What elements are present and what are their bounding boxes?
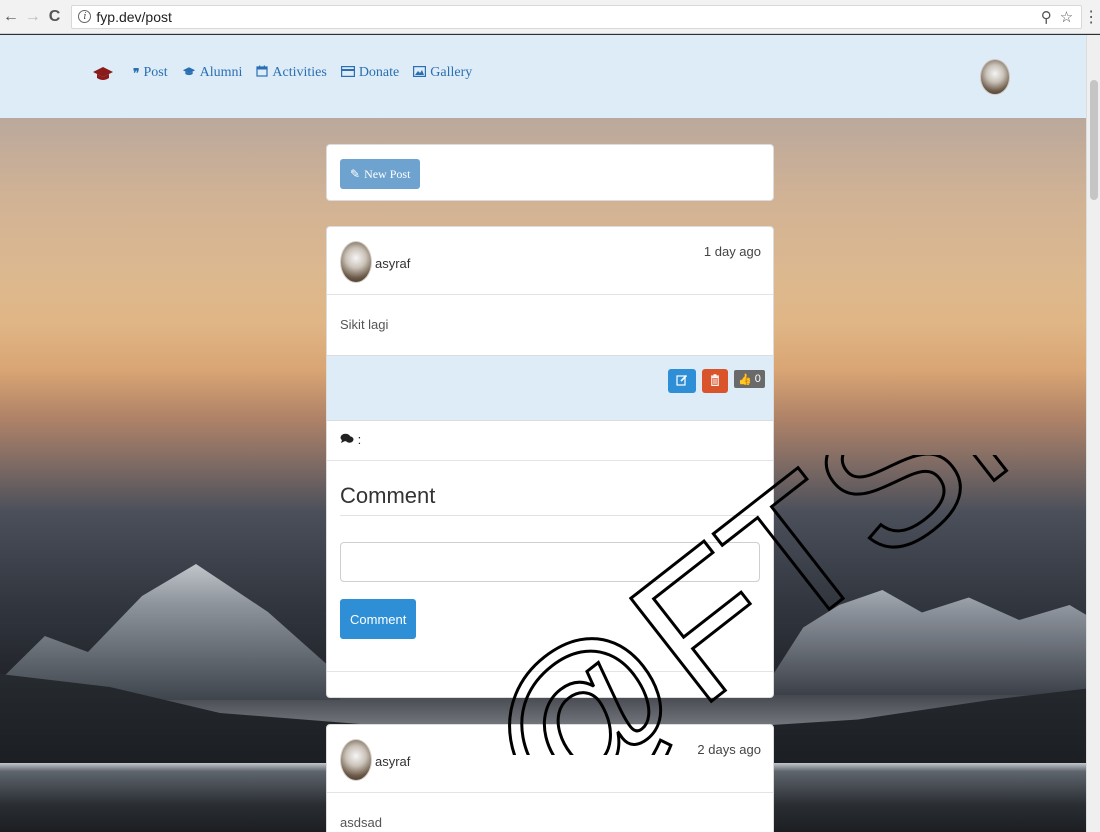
- user-avatar[interactable]: [980, 59, 1010, 95]
- nav-item-post[interactable]: ❞ Post: [133, 65, 168, 81]
- background-mountain-right: [760, 590, 1100, 695]
- nav-item-gallery[interactable]: Gallery: [413, 65, 472, 81]
- background-mountain-left: [0, 564, 340, 700]
- reload-icon[interactable]: C: [44, 6, 66, 28]
- post-card: asyraf 2 days ago asdsad: [326, 724, 774, 832]
- new-post-label: New Post: [364, 166, 411, 181]
- scrollbar-thumb[interactable]: [1090, 80, 1098, 200]
- site-info-icon[interactable]: i: [78, 10, 92, 23]
- nav-item-label: Post: [143, 65, 168, 80]
- like-button[interactable]: 👍 0: [734, 370, 765, 388]
- divider: [340, 515, 760, 516]
- new-post-button[interactable]: ✎ New Post: [340, 159, 421, 189]
- edit-button[interactable]: [668, 369, 696, 393]
- forward-icon[interactable]: →: [22, 6, 44, 28]
- browser-toolbar: ← → C i fyp.dev/post ⚲ ☆ ⋮: [0, 0, 1100, 34]
- graduation-cap-icon: [182, 66, 196, 81]
- comments-row: :: [327, 421, 773, 461]
- comments-label: :: [357, 432, 362, 447]
- edit-icon: [676, 374, 688, 389]
- avatar[interactable]: [340, 241, 372, 283]
- post-body: Sikit lagi: [327, 295, 773, 355]
- post-username[interactable]: asyraf: [375, 256, 410, 271]
- pencil-icon: ✎: [350, 166, 361, 181]
- picture-icon: [413, 65, 427, 81]
- graduation-cap-icon[interactable]: [92, 65, 114, 87]
- nav-item-donate[interactable]: Donate: [340, 65, 400, 81]
- post-header: asyraf 1 day ago: [327, 227, 773, 295]
- top-navbar: ❞ Post Alumni Activities Donate Gallery: [0, 35, 1100, 118]
- nav-menu: ❞ Post Alumni Activities Donate Gallery: [133, 65, 472, 81]
- quote-icon: ❞: [133, 65, 140, 80]
- url-text: fyp.dev/post: [96, 8, 172, 25]
- nav-item-label: Gallery: [430, 65, 473, 80]
- nav-item-alumni[interactable]: Alumni: [182, 65, 243, 81]
- nav-item-label: Donate: [358, 65, 400, 80]
- delete-button[interactable]: [702, 369, 728, 393]
- like-count: 0: [754, 373, 761, 385]
- page-scrollbar[interactable]: [1086, 35, 1100, 832]
- comment-heading: Comment: [340, 483, 436, 508]
- bookmark-star-icon[interactable]: ☆: [1060, 8, 1073, 26]
- card-footer-divider: [327, 671, 773, 672]
- trash-icon: [710, 373, 720, 389]
- credit-card-icon: [340, 65, 355, 81]
- avatar[interactable]: [340, 739, 372, 781]
- post-time: 2 days ago: [697, 742, 761, 757]
- post-header: asyraf 2 days ago: [327, 725, 773, 793]
- page-content: ❞ Post Alumni Activities Donate Gallery …: [0, 35, 1100, 832]
- nav-item-activities[interactable]: Activities: [256, 65, 327, 81]
- comments-icon: [340, 432, 358, 447]
- post-card: asyraf 1 day ago Sikit lagi 👍 0: Commen…: [326, 226, 774, 698]
- calendar-icon: [256, 65, 268, 81]
- back-icon[interactable]: ←: [0, 6, 22, 28]
- post-actions-bar: 👍 0: [327, 355, 773, 421]
- new-post-card: ✎ New Post: [326, 144, 774, 201]
- comment-submit-button[interactable]: Comment: [340, 599, 417, 639]
- thumbs-up-icon: 👍: [738, 373, 752, 386]
- comment-input[interactable]: [340, 542, 760, 582]
- post-text: Sikit lagi: [340, 317, 389, 332]
- key-icon[interactable]: ⚲: [1041, 8, 1052, 26]
- nav-item-label: Activities: [272, 65, 327, 80]
- browser-menu-icon[interactable]: ⋮: [1082, 7, 1100, 27]
- nav-item-label: Alumni: [199, 65, 243, 80]
- post-username[interactable]: asyraf: [375, 754, 410, 769]
- address-bar[interactable]: i fyp.dev/post ⚲ ☆: [71, 4, 1083, 29]
- post-time: 1 day ago: [703, 244, 761, 259]
- post-text: asdsad: [340, 815, 382, 830]
